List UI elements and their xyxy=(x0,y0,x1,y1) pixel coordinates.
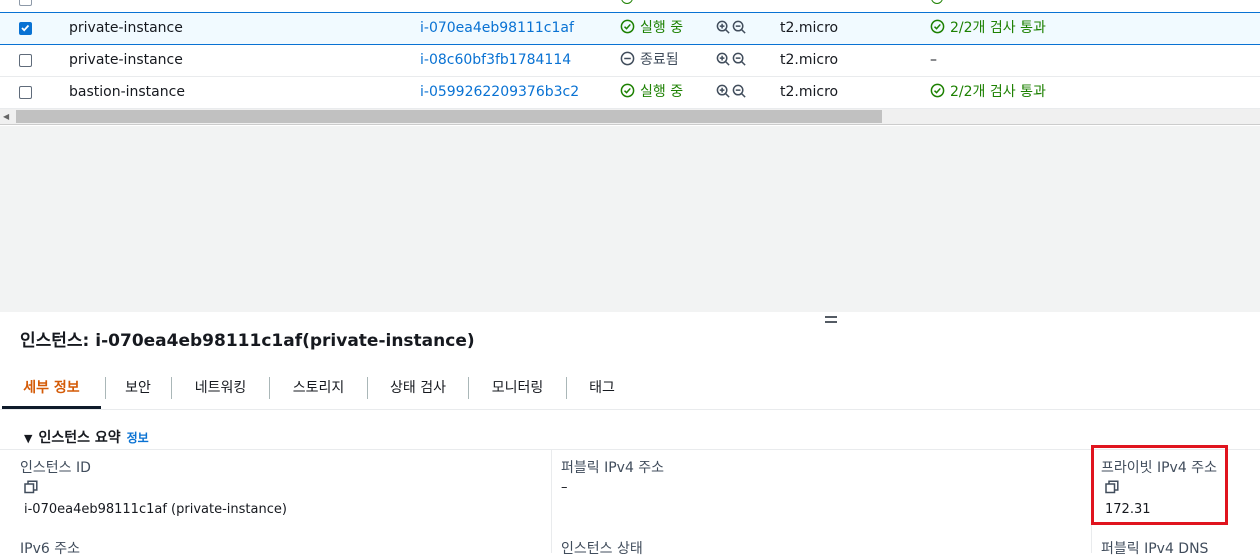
instance-type: t2.micro xyxy=(780,52,839,68)
instance-id-link[interactable]: i-0599262209376b3c2 xyxy=(420,77,579,108)
zoom-controls xyxy=(716,20,748,39)
instance-state: 실행 중 xyxy=(620,77,683,108)
zoom-out-icon[interactable] xyxy=(732,84,747,99)
instance-state: 실행 중 xyxy=(620,13,683,44)
instance-type: t2.micro xyxy=(780,20,839,36)
instance-state: 종료됨 xyxy=(620,45,679,76)
instance-id-link[interactable]: i-070ea4eb98111c1af xyxy=(420,13,574,44)
ipv6-label: IPv6 주소 xyxy=(20,541,80,557)
table-row[interactable]: bastion-instance i-0599262209376b3c2 실행 … xyxy=(0,77,1260,109)
detail-tabs: 세부 정보 보안 네트워킹 스토리지 상태 검사 모니터링 태그 xyxy=(0,367,1260,410)
instance-state-text: 종료됨 xyxy=(640,52,679,68)
instance-details-panel: 인스턴스: i-070ea4eb98111c1af(private-instan… xyxy=(0,312,1260,557)
tab-monitoring[interactable]: 모니터링 xyxy=(469,367,566,409)
instance-state-text: 실행 중 xyxy=(640,84,684,100)
stopped-icon xyxy=(620,51,635,66)
status-ok-icon xyxy=(620,83,635,98)
public-ipv4-value: – xyxy=(561,480,568,495)
highlight-box xyxy=(1091,445,1228,525)
empty-area xyxy=(0,126,1260,313)
zoom-in-icon[interactable] xyxy=(716,52,731,67)
horizontal-scrollbar[interactable]: ◀ xyxy=(0,109,1260,125)
tab-details[interactable]: 세부 정보 xyxy=(2,367,101,409)
check-ok-icon xyxy=(931,0,943,4)
instance-id-link[interactable]: i-08c60bf3fb1784114 xyxy=(420,45,571,76)
status-checks-text: 2/2개 검사 통과 xyxy=(950,84,1046,100)
check-icon xyxy=(21,24,30,32)
caret-down-icon[interactable]: ▼ xyxy=(24,432,32,445)
tab-networking[interactable]: 네트워킹 xyxy=(172,367,269,409)
zoom-in-icon[interactable] xyxy=(716,84,731,99)
instance-state-text: 실행 중 xyxy=(640,20,684,36)
public-dns-label: 퍼블릭 IPv4 DNS xyxy=(1101,541,1209,557)
page-title: 인스턴스: i-070ea4eb98111c1af(private-instan… xyxy=(20,331,475,351)
status-ok-icon xyxy=(621,0,633,4)
zoom-controls xyxy=(716,84,748,103)
section-header[interactable]: ▼ 인스턴스 요약 정보 xyxy=(24,427,149,447)
status-checks: – xyxy=(930,52,937,68)
tab-tags[interactable]: 태그 xyxy=(567,367,637,409)
tab-storage[interactable]: 스토리지 xyxy=(270,367,367,409)
instance-id-label: 인스턴스 ID xyxy=(20,460,91,476)
tab-security[interactable]: 보안 xyxy=(106,367,170,409)
table-row[interactable]: private-instance i-08c60bf3fb1784114 종료됨… xyxy=(0,45,1260,77)
zoom-in-icon[interactable] xyxy=(716,20,731,35)
instance-type: t2.micro xyxy=(780,84,839,100)
status-ok-icon xyxy=(620,19,635,34)
zoom-controls xyxy=(716,52,748,71)
status-checks: 2/2개 검사 통과 xyxy=(930,77,1046,108)
drag-handle-icon[interactable] xyxy=(825,316,837,326)
copy-icon[interactable] xyxy=(24,480,38,494)
row-checkbox[interactable] xyxy=(19,0,32,6)
info-link[interactable]: 정보 xyxy=(127,431,149,445)
instance-name: private-instance xyxy=(69,20,183,36)
instance-id-value: i-070ea4eb98111c1af (private-instance) xyxy=(24,502,287,517)
table-row-partial xyxy=(0,0,1260,10)
row-checkbox[interactable] xyxy=(19,54,32,67)
instances-table: private-instance i-070ea4eb98111c1af 실행 … xyxy=(0,0,1260,125)
zoom-out-icon[interactable] xyxy=(732,20,747,35)
scroll-left-icon[interactable]: ◀ xyxy=(3,112,9,122)
instance-state-label: 인스턴스 상태 xyxy=(561,541,643,557)
section-title: 인스턴스 요약 xyxy=(38,430,121,446)
status-checks: 2/2개 검사 통과 xyxy=(930,13,1046,44)
row-checkbox[interactable] xyxy=(19,86,32,99)
zoom-out-icon[interactable] xyxy=(732,52,747,67)
row-checkbox[interactable] xyxy=(19,22,32,35)
tab-status-checks[interactable]: 상태 검사 xyxy=(368,367,468,409)
check-ok-icon xyxy=(930,19,945,34)
scrollbar-thumb[interactable] xyxy=(16,110,882,123)
instance-name: bastion-instance xyxy=(69,84,185,100)
status-checks-text: 2/2개 검사 통과 xyxy=(950,20,1046,36)
table-row[interactable]: private-instance i-070ea4eb98111c1af 실행 … xyxy=(0,12,1260,45)
public-ipv4-label: 퍼블릭 IPv4 주소 xyxy=(561,460,665,476)
check-ok-icon xyxy=(930,83,945,98)
instance-name: private-instance xyxy=(69,52,183,68)
